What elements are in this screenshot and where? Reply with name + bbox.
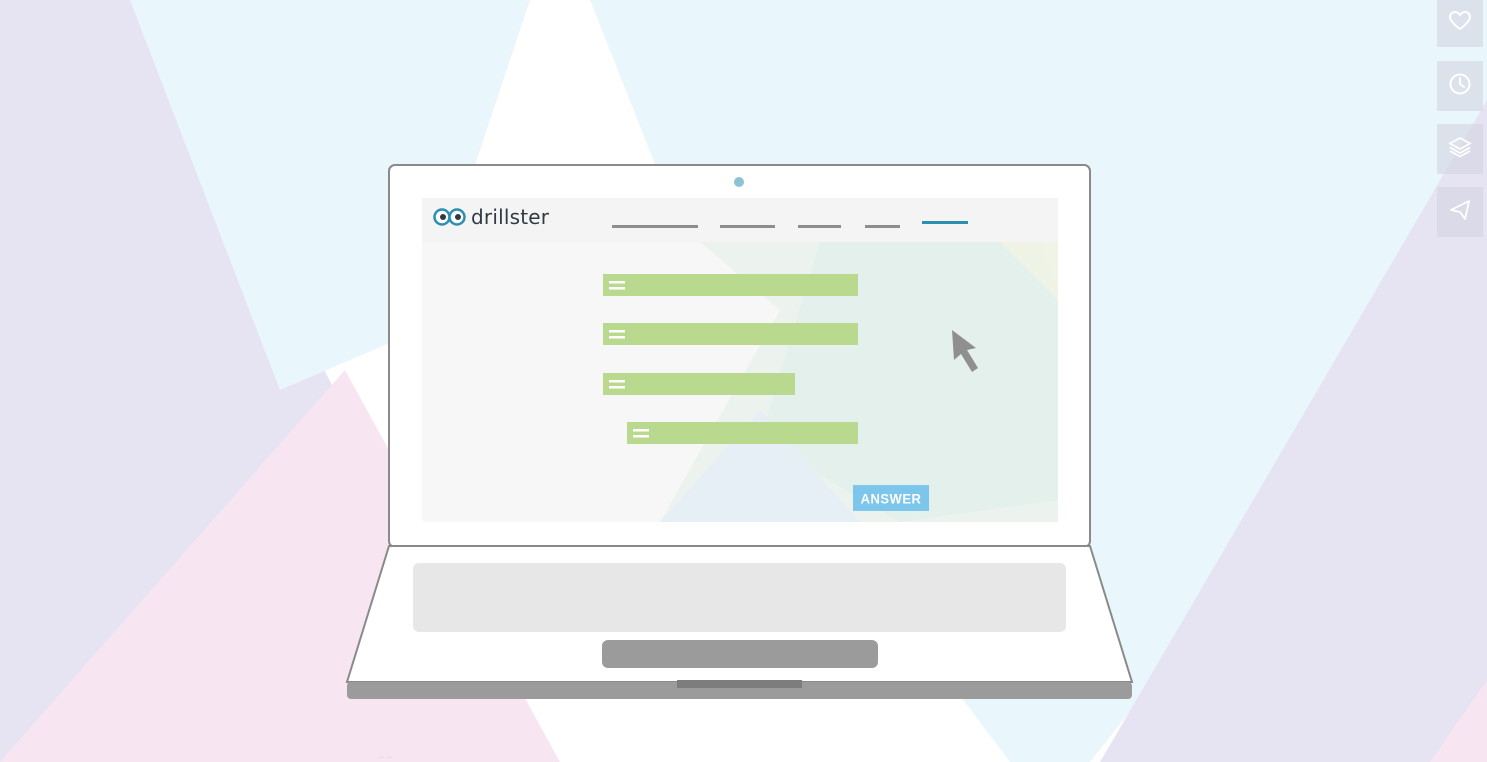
drillster-logo[interactable]: drillster (433, 205, 549, 229)
webcam (734, 177, 744, 187)
heart-icon (1448, 9, 1472, 38)
share-button[interactable] (1437, 187, 1483, 237)
clock-icon (1448, 72, 1472, 101)
owl-eyes-icon (433, 208, 467, 226)
history-button[interactable] (1437, 61, 1483, 111)
footer-hint: ·· ·· (378, 752, 393, 762)
collections-button[interactable] (1437, 124, 1483, 174)
laptop-illustration (345, 164, 1134, 699)
favorite-button[interactable] (1437, 0, 1483, 47)
mouse-pointer-icon (948, 328, 984, 381)
answer-button[interactable]: ANSWER (853, 485, 929, 511)
layers-icon (1448, 135, 1472, 164)
send-icon (1448, 198, 1472, 227)
brand-name: drillster (471, 205, 550, 229)
